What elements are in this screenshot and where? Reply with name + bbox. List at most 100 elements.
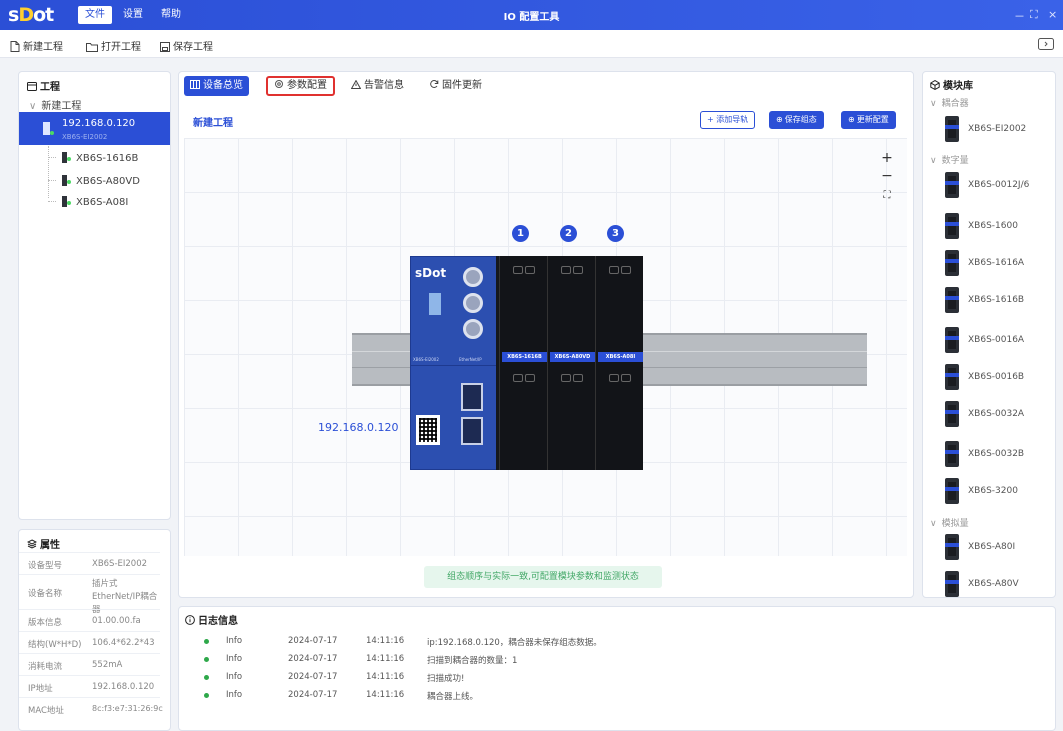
tab-alarm-info[interactable]: 告警信息: [345, 76, 410, 96]
update-circle-icon: ⊕: [848, 115, 855, 124]
log-panel: [178, 606, 1056, 731]
info-icon: [185, 615, 195, 625]
prop-row: 消耗电流 552mA: [19, 653, 160, 675]
new-project-label: 新建工程: [23, 42, 63, 53]
add-rail-button[interactable]: + 添加导轨: [700, 111, 756, 129]
module-label: XB6S-A08I: [598, 352, 643, 362]
module-icon: [945, 364, 959, 390]
prop-row: 版本信息 01.00.00.fa: [19, 609, 160, 631]
slot-number-badge: 1: [512, 225, 529, 242]
tree-module[interactable]: XB6S-A08I: [48, 196, 128, 208]
terminal-pins: [513, 374, 523, 382]
library-item-label: XB6S-0016A: [968, 335, 1025, 345]
new-file-icon: [10, 41, 20, 52]
io-module[interactable]: XB6S-A80VD: [547, 256, 595, 470]
coupler-device[interactable]: sDot XB6S-EI2002 EtherNet/IP: [410, 256, 498, 470]
fit-view-button[interactable]: ⛶: [880, 190, 894, 201]
library-item-label: XB6S-1616B: [968, 295, 1025, 305]
library-group-analog[interactable]: ∨ 模拟量: [930, 516, 969, 529]
terminal-pins: [609, 374, 619, 382]
module-icon: [945, 250, 959, 276]
library-group-label: 耦合器: [941, 99, 969, 109]
project-icon: [27, 82, 37, 91]
module-icon: [945, 287, 959, 313]
zoom-in-button[interactable]: +: [880, 150, 894, 166]
update-config-label: 更新配置: [856, 115, 889, 124]
online-status-icon: [67, 201, 71, 205]
terminal-pins: [621, 266, 631, 274]
minimize-button[interactable]: －: [1014, 8, 1025, 24]
terminal-pins: [561, 266, 571, 274]
close-button[interactable]: ×: [1048, 8, 1057, 21]
tree-root-label: 新建工程: [41, 101, 82, 112]
rotary-switch-icon: [463, 267, 483, 287]
terminal-pins: [513, 266, 523, 274]
io-module[interactable]: XB6S-A08I: [595, 256, 643, 470]
overview-icon: [190, 80, 200, 89]
module-icon: [945, 116, 959, 142]
project-panel-header: 工程: [27, 78, 60, 93]
terminal-pins: [573, 266, 583, 274]
tab-device-overview[interactable]: 设备总览: [184, 76, 249, 96]
status-dot-icon: [204, 675, 209, 680]
cube-icon: [930, 80, 940, 90]
coupler-icon: [43, 122, 50, 135]
tree-root[interactable]: ∨ 新建工程: [29, 97, 81, 112]
menu-help[interactable]: 帮助: [154, 6, 188, 24]
terminal-pins: [573, 374, 583, 382]
menu-file[interactable]: 文件: [78, 6, 112, 24]
module-icon: [945, 441, 959, 467]
terminal-pins: [525, 374, 535, 382]
module-label: XB6S-1616B: [502, 352, 547, 362]
maximize-button[interactable]: ⛶: [1030, 8, 1038, 22]
rotary-switch-icon: [463, 319, 483, 339]
open-project-label: 打开工程: [101, 42, 141, 53]
prop-row: 设备名称 插片式EtherNet/IP耦合器: [19, 574, 160, 615]
save-config-button[interactable]: ⊕ 保存组态: [769, 111, 824, 129]
library-item-label: XB6S-1600: [968, 221, 1018, 231]
tree-device-selected[interactable]: 192.168.0.120 XB6S-EI2002: [19, 112, 170, 145]
update-config-button[interactable]: ⊕ 更新配置: [841, 111, 896, 129]
module-icon: [945, 478, 959, 504]
tree-module-label: XB6S-A80VD: [76, 176, 140, 187]
library-group-coupler[interactable]: ∨ 耦合器: [930, 96, 969, 109]
library-item-label: XB6S-0032B: [968, 449, 1025, 459]
coupler-model-small: XB6S-EI2002: [413, 357, 439, 362]
library-item-label: XB6S-EI2002: [968, 124, 1027, 134]
library-group-label: 模拟量: [941, 519, 969, 529]
save-circle-icon: ⊕: [776, 115, 783, 124]
rotary-switch-icon: [463, 293, 483, 313]
save-project-button[interactable]: 保存工程: [160, 38, 213, 53]
tree-module[interactable]: XB6S-A80VD: [48, 175, 140, 187]
library-group-digital[interactable]: ∨ 数字量: [930, 153, 969, 166]
terminal-pins: [561, 374, 571, 382]
chevron-down-icon: ∨: [930, 156, 937, 166]
prop-row: 设备型号 XB6S-EI2002: [19, 552, 160, 574]
io-module[interactable]: XB6S-1616B: [499, 256, 547, 470]
new-project-button[interactable]: 新建工程: [10, 38, 63, 53]
library-item-label: XB6S-1616A: [968, 258, 1025, 268]
warning-icon: [350, 79, 362, 89]
collapse-panel-icon[interactable]: [1038, 38, 1054, 50]
online-status-icon: [67, 180, 71, 184]
library-item-label: XB6S-A80I: [968, 542, 1016, 552]
tree-device-ip: 192.168.0.120: [62, 118, 136, 129]
workspace-title: 新建工程: [193, 118, 233, 129]
layers-icon: [26, 539, 38, 549]
properties-panel: 属性 设备型号 XB6S-EI2002 设备名称 插片式EtherNet/IP耦合器…: [18, 529, 171, 731]
properties-header: 属性: [26, 536, 60, 551]
zoom-out-button[interactable]: −: [880, 168, 894, 184]
module-icon: [945, 401, 959, 427]
tree-module[interactable]: XB6S-1616B: [48, 152, 138, 164]
ethernet-port-icon: [461, 383, 483, 411]
menu-settings[interactable]: 设置: [116, 6, 150, 24]
library-group-label: 数字量: [941, 156, 969, 166]
module-label: XB6S-A80VD: [550, 352, 595, 362]
tab-firmware-update[interactable]: 固件更新: [423, 76, 488, 96]
open-project-button[interactable]: 打开工程: [86, 38, 141, 53]
chevron-down-icon: ∨: [930, 519, 937, 529]
save-config-label: 保存组态: [784, 115, 817, 124]
module-icon: [945, 571, 959, 597]
status-dot-icon: [204, 693, 209, 698]
tab-parameter-config[interactable]: 参数配置: [266, 76, 335, 96]
